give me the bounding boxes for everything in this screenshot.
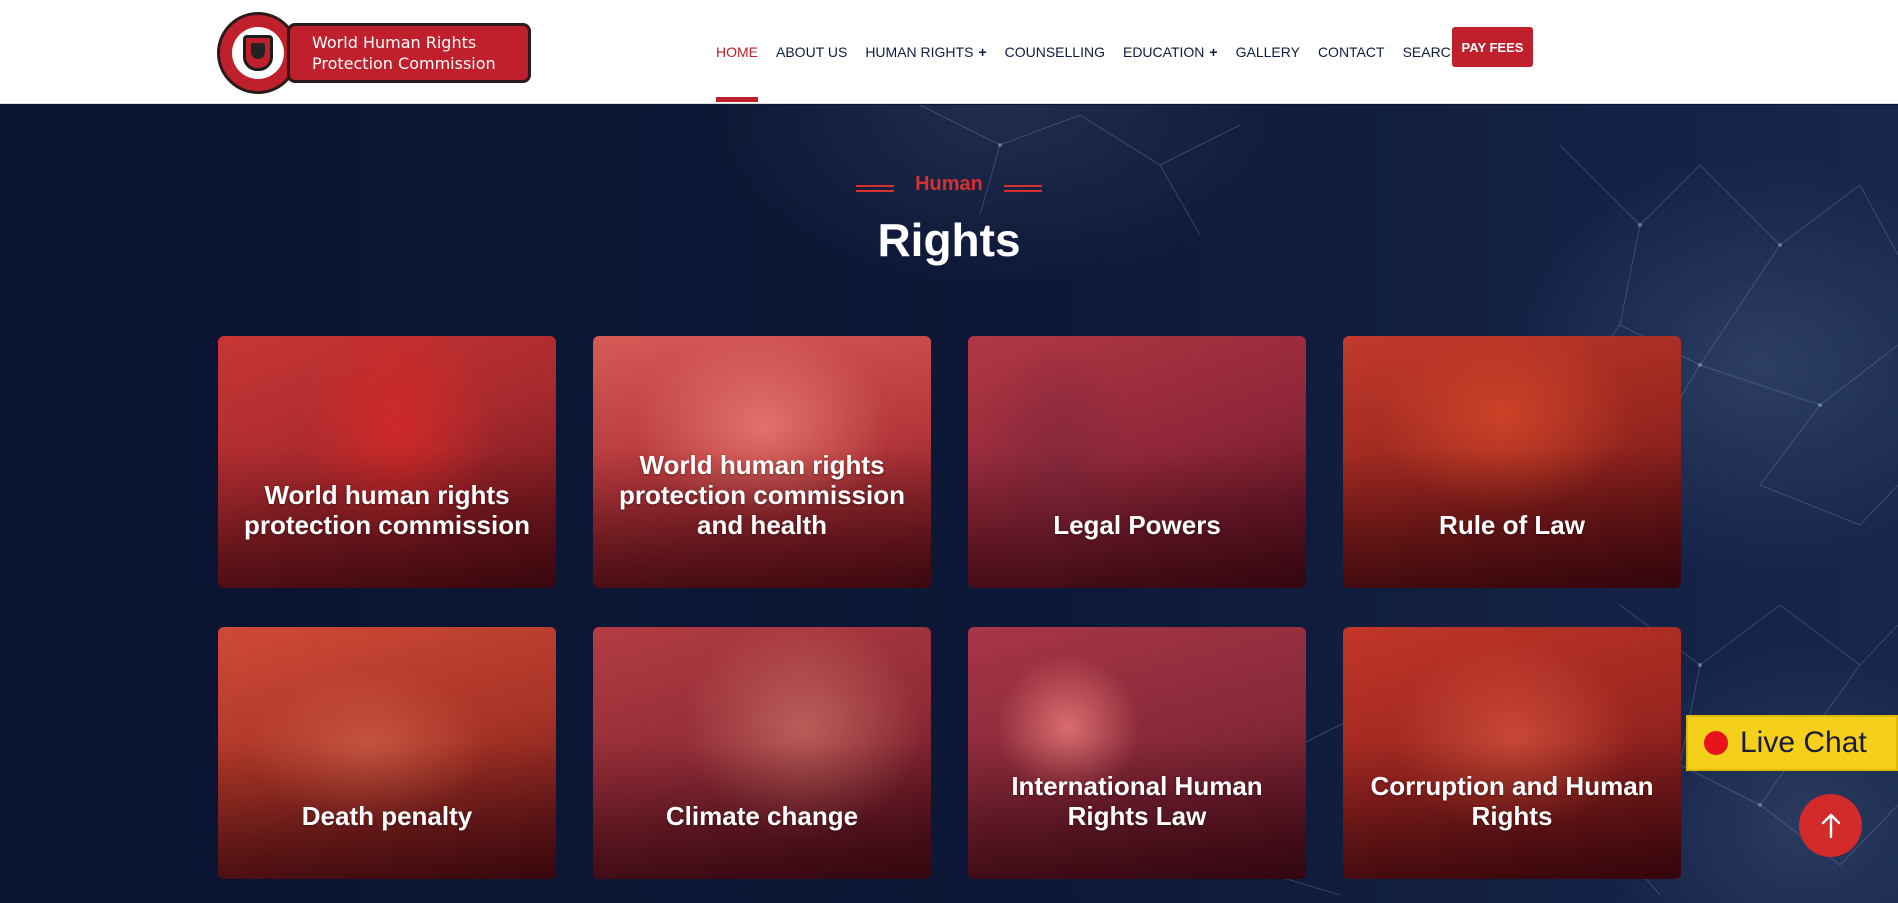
card-label: International Human Rights Law bbox=[1011, 771, 1263, 831]
card-rule-of-law[interactable]: Rule of Law bbox=[1343, 336, 1681, 588]
nav-gallery[interactable]: GALLERY bbox=[1236, 0, 1300, 104]
nav-human-rights[interactable]: HUMAN RIGHTS + bbox=[865, 0, 986, 104]
plus-icon: + bbox=[1209, 44, 1218, 60]
live-chat-label: Live Chat bbox=[1740, 726, 1867, 759]
nav-contact[interactable]: CONTACT bbox=[1318, 0, 1385, 104]
card-label: Rule of Law bbox=[1439, 510, 1585, 540]
card-label: Climate change bbox=[665, 801, 859, 831]
card-legal-powers[interactable]: Legal Powers bbox=[968, 336, 1306, 588]
card-label: Death penalty bbox=[301, 801, 473, 831]
nav-home[interactable]: HOME bbox=[716, 0, 758, 104]
nav-education[interactable]: EDUCATION + bbox=[1123, 0, 1218, 104]
card-world-human-rights[interactable]: World human rights protection commission bbox=[218, 336, 556, 588]
card-international-law[interactable]: International Human Rights Law bbox=[968, 627, 1306, 879]
card-label: World human rights protection commission… bbox=[618, 450, 906, 540]
live-status-icon bbox=[1704, 731, 1728, 755]
subtitle-dash-right bbox=[1004, 185, 1042, 192]
section-title: Rights bbox=[877, 214, 1021, 266]
rights-section: Human Rights World human rights protecti… bbox=[0, 105, 1898, 903]
card-climate-change[interactable]: Climate change bbox=[593, 627, 931, 879]
arrow-up-icon bbox=[1821, 813, 1840, 838]
main-nav: HOME ABOUT US HUMAN RIGHTS + COUNSELLING … bbox=[716, 0, 1479, 104]
nav-about-us[interactable]: ABOUT US bbox=[776, 0, 847, 104]
nav-counselling[interactable]: COUNSELLING bbox=[1005, 0, 1105, 104]
card-label: Corruption and Human Rights bbox=[1370, 771, 1654, 831]
card-label: World human rights protection commission bbox=[243, 480, 531, 540]
back-to-top-button[interactable] bbox=[1799, 794, 1862, 857]
live-chat-button[interactable]: Live Chat bbox=[1686, 715, 1898, 771]
card-rights-and-health[interactable]: World human rights protection commission… bbox=[593, 336, 931, 588]
plus-icon: + bbox=[978, 44, 987, 60]
logo-text: World Human Rights Protection Commission bbox=[287, 23, 531, 83]
site-logo[interactable]: World Human Rights Protection Commission bbox=[217, 12, 531, 94]
card-corruption[interactable]: Corruption and Human Rights bbox=[1343, 627, 1681, 879]
site-header: World Human Rights Protection Commission… bbox=[0, 0, 1898, 104]
pay-fees-button[interactable]: PAY FEES bbox=[1452, 27, 1533, 67]
card-label: Legal Powers bbox=[1053, 510, 1221, 540]
section-subtitle: Human bbox=[915, 173, 983, 195]
card-death-penalty[interactable]: Death penalty bbox=[218, 627, 556, 879]
